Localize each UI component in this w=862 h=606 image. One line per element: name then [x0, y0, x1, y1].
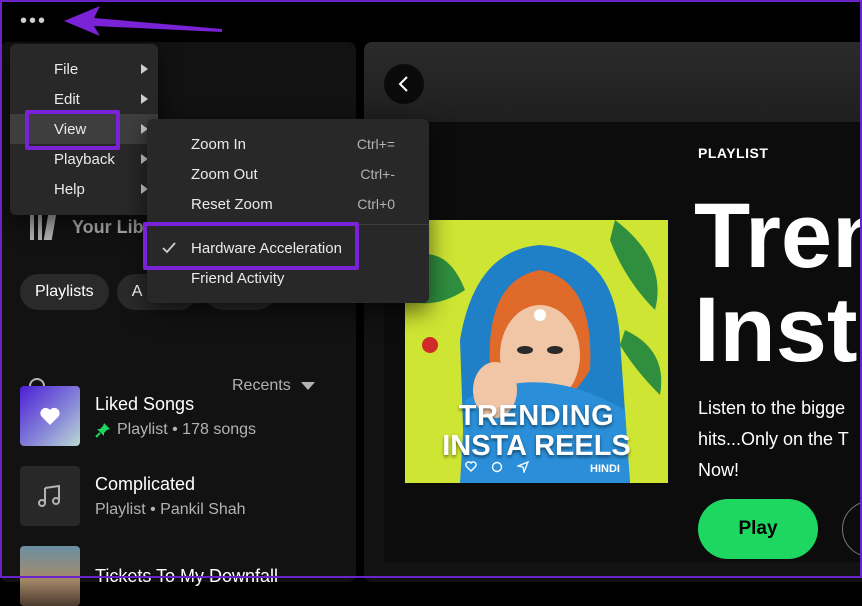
- list-item[interactable]: Tickets To My Downfall: [20, 546, 350, 606]
- view-submenu: Zoom In Ctrl+= Zoom Out Ctrl+- Reset Zoo…: [147, 119, 429, 303]
- menu-item-hardware-acceleration[interactable]: Hardware Acceleration: [147, 233, 429, 263]
- menu-item-file[interactable]: File: [10, 54, 158, 84]
- album-thumbnail: [20, 546, 80, 606]
- menu-item-edit[interactable]: Edit: [10, 84, 158, 114]
- more-options-button[interactable]: •••: [20, 11, 47, 31]
- cover-subtitle: HINDI: [590, 463, 620, 475]
- playlist-thumbnail: [20, 466, 80, 526]
- menu-item-zoom-in[interactable]: Zoom In Ctrl+=: [147, 129, 429, 159]
- annotation-arrow-icon: [64, 6, 222, 36]
- cover-title-line1: TRENDING: [458, 400, 615, 432]
- menu-item-zoom-out[interactable]: Zoom Out Ctrl+-: [147, 159, 429, 189]
- item-subtitle: Playlist • Pankil Shah: [95, 500, 246, 518]
- pin-icon: [95, 422, 110, 438]
- playlist-title-line1: Tren: [694, 185, 862, 287]
- playlist-type-label: PLAYLIST: [698, 145, 769, 161]
- heart-icon: [40, 407, 60, 425]
- menu-item-friend-activity[interactable]: Friend Activity: [147, 263, 429, 293]
- menu-divider: [147, 224, 429, 225]
- playlist-cover: TRENDING INSTA REELS HINDI: [405, 220, 668, 483]
- chevron-right-icon: [141, 64, 148, 74]
- item-title: Tickets To My Downfall: [95, 565, 279, 586]
- heart-outline-icon: [465, 461, 477, 472]
- shortcut-label: Ctrl+-: [360, 166, 395, 182]
- chip-playlists[interactable]: Playlists: [20, 274, 109, 310]
- menu-item-view[interactable]: View: [10, 114, 158, 144]
- cover-title-line2: INSTA REELS: [442, 430, 631, 462]
- shortcut-label: Ctrl+=: [356, 136, 395, 152]
- menu-item-reset-zoom[interactable]: Reset Zoom Ctrl+0: [147, 189, 429, 219]
- list-item[interactable]: Liked Songs Playlist • 178 songs: [20, 386, 350, 446]
- liked-songs-thumbnail: [20, 386, 80, 446]
- library-title: Your Lib: [72, 216, 144, 237]
- library-header[interactable]: Your Lib: [30, 212, 144, 242]
- list-item[interactable]: Complicated Playlist • Pankil Shah: [20, 466, 350, 526]
- music-note-icon: [38, 484, 60, 507]
- menu-item-help[interactable]: Help: [10, 174, 158, 204]
- playlist-title-line2: Insta: [694, 279, 862, 381]
- play-button[interactable]: Play: [698, 499, 818, 559]
- comment-icon: [491, 461, 503, 473]
- main-content: TRENDING INSTA REELS HINDI PLAYLIST Tren…: [364, 42, 862, 582]
- checkmark-icon: [162, 242, 176, 254]
- item-title: Complicated: [95, 473, 196, 494]
- chevron-right-icon: [141, 94, 148, 104]
- chevron-left-icon: [398, 76, 408, 92]
- cover-icons: [465, 461, 529, 473]
- playlist-description: Listen to the bigge hits...Only on the T…: [698, 398, 849, 480]
- app-menu: File Edit View Playback Help: [10, 44, 158, 215]
- menu-item-playback[interactable]: Playback: [10, 144, 158, 174]
- library-icon: [30, 214, 58, 240]
- shortcut-label: Ctrl+0: [357, 196, 395, 212]
- back-button[interactable]: [384, 64, 424, 104]
- item-title: Liked Songs: [95, 393, 195, 414]
- item-subtitle: Playlist • 178 songs: [95, 421, 256, 439]
- share-icon: [517, 461, 529, 473]
